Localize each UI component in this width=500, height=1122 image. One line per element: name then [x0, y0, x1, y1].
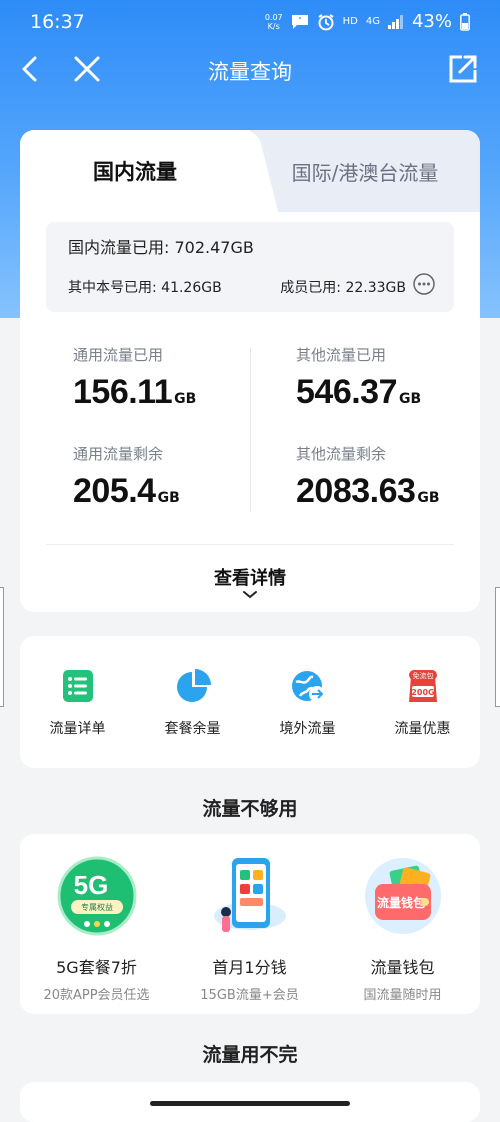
member-used: 成员已用: 22.33GB: [280, 280, 406, 296]
chevron-down-icon[interactable]: [238, 588, 262, 602]
tab-domestic[interactable]: 国内流量: [20, 130, 250, 212]
left-side-handle[interactable]: [0, 587, 4, 707]
network-speed: 0.07 K/s: [264, 12, 283, 31]
coupon-bag-icon: 免流包 200G: [408, 670, 437, 702]
stats-divider: [250, 348, 251, 512]
svg-text:专属权益: 专属权益: [81, 902, 113, 912]
navigation-bar: 流量查询: [0, 44, 500, 96]
usage-summary: 国内流量已用: 702.47GB 其中本号已用: 41.26GB 成员已用: 2…: [46, 222, 454, 312]
quick-actions: 流量详单 套餐余量 境外流量 免流包 200G 流量优惠: [20, 636, 480, 768]
quick-action-discount[interactable]: 免流包 200G 流量优惠: [365, 666, 480, 738]
wallet-icon: 流量钱包: [364, 858, 441, 934]
signal-icon: [387, 14, 403, 29]
stat-general-left: 通用流量剩余 205.4 GB: [73, 445, 180, 510]
share-icon[interactable]: [446, 52, 480, 86]
view-details-link[interactable]: 查看详情: [20, 564, 480, 590]
quick-action-traffic-detail[interactable]: 流量详单: [20, 666, 135, 738]
battery-icon: [460, 12, 470, 31]
svg-text:免流包: 免流包: [412, 671, 433, 680]
more-icon[interactable]: [412, 272, 436, 296]
svg-text:流量钱包: 流量钱包: [376, 895, 424, 910]
status-time: 16:37: [30, 11, 85, 33]
phone-apps-icon: [213, 858, 286, 932]
stat-other-used: 其他流量已用 546.37 GB: [296, 346, 422, 411]
svg-text:": ": [298, 16, 302, 25]
home-indicator[interactable]: [150, 1101, 350, 1106]
traffic-card: 国际/港澳台流量 国内流量 国内流量已用: 702.47GB 其中本号已用: 4…: [20, 130, 480, 612]
globe-plane-icon: [291, 671, 325, 702]
page-title: 流量查询: [208, 60, 292, 84]
svg-text:5G: 5G: [73, 870, 108, 900]
right-side-handle[interactable]: [495, 587, 500, 707]
quick-action-plan-balance[interactable]: 套餐余量: [135, 666, 250, 738]
alarm-icon: [318, 13, 334, 30]
list-icon: [62, 670, 93, 702]
5g-badge-icon: 5G 专属权益: [57, 856, 136, 936]
section-title-not-enough: 流量不够用: [202, 798, 298, 820]
promo-traffic-wallet[interactable]: 流量钱包 流量钱包 国流量随时用: [326, 854, 479, 1003]
hd-indicator: HD: [342, 16, 358, 27]
promo-card: 5G 专属权益 5G套餐7折 20款APP会员任选 首月1分钱 15GB流量+会…: [20, 834, 480, 1014]
message-icon: ": [291, 14, 308, 29]
self-used: 其中本号已用: 41.26GB: [68, 280, 222, 296]
battery-percent: 43%: [411, 11, 452, 32]
status-icons: 0.07 K/s " HD 4G 43%: [265, 11, 470, 32]
status-bar: 16:37 0.07 K/s " HD 4G 43%: [0, 0, 500, 44]
tab-domestic-label: 国内流量: [93, 160, 177, 184]
promo-first-month[interactable]: 首月1分钱 15GB流量+会员: [173, 854, 326, 1003]
stat-other-left: 其他流量剩余 2083.63 GB: [296, 445, 440, 510]
promo-5g-discount[interactable]: 5G 专属权益 5G套餐7折 20款APP会员任选: [20, 854, 173, 1003]
svg-text:200G: 200G: [411, 688, 434, 697]
total-used: 国内流量已用: 702.47GB: [68, 238, 254, 257]
stat-general-used: 通用流量已用 156.11 GB: [73, 346, 197, 411]
card-divider: [46, 544, 454, 545]
tab-international[interactable]: 国际/港澳台流量: [250, 130, 480, 212]
quick-action-overseas[interactable]: 境外流量: [250, 666, 365, 738]
pie-chart-icon: [176, 669, 211, 702]
network-generation: 4G: [365, 16, 380, 27]
section-title-unused: 流量用不完: [202, 1044, 298, 1066]
